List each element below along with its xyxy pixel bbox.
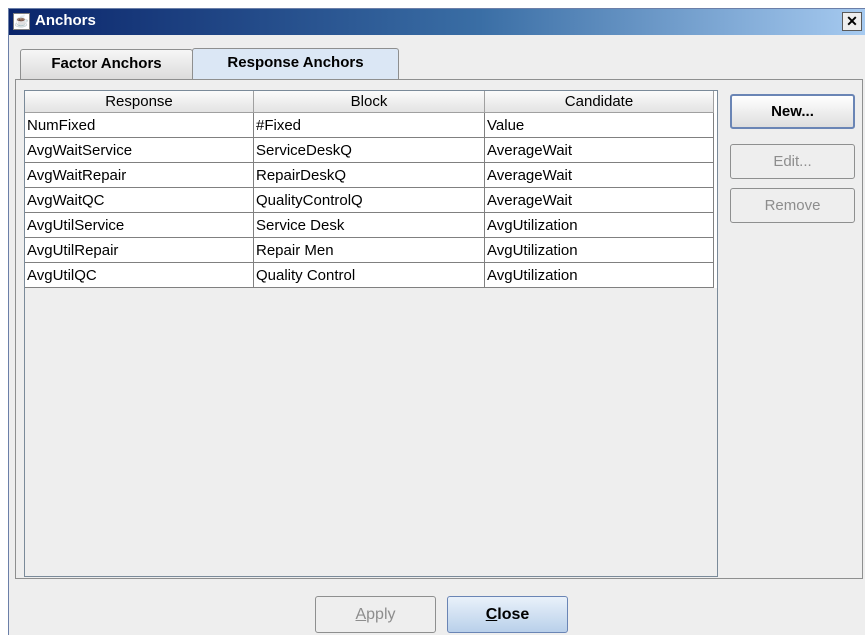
cell-block[interactable]: Repair Men — [253, 237, 485, 263]
cell-candidate[interactable]: AvgUtilization — [484, 237, 714, 263]
cell-candidate[interactable]: AverageWait — [484, 187, 714, 213]
apply-button[interactable]: Apply — [315, 596, 436, 633]
cell-response[interactable]: AvgWaitRepair — [25, 162, 254, 188]
apply-mnemonic: A — [355, 606, 367, 623]
column-header-block[interactable]: Block — [253, 91, 485, 113]
cell-response[interactable]: AvgUtilRepair — [25, 237, 254, 263]
tab-response-anchors[interactable]: Response Anchors — [192, 48, 399, 80]
cell-candidate[interactable]: AvgUtilization — [484, 262, 714, 288]
cell-response[interactable]: AvgWaitService — [25, 137, 254, 163]
close-label: lose — [497, 606, 530, 623]
close-button[interactable]: Close — [447, 596, 568, 633]
table-header-row: Response Block Candidate — [25, 91, 714, 113]
cell-block[interactable]: Service Desk — [253, 212, 485, 238]
cell-candidate[interactable]: AverageWait — [484, 137, 714, 163]
table-empty-area[interactable] — [25, 288, 717, 576]
tab-factor-anchors[interactable]: Factor Anchors — [20, 49, 193, 79]
cell-response[interactable]: AvgUtilService — [25, 212, 254, 238]
cell-candidate[interactable]: AvgUtilization — [484, 212, 714, 238]
table-row[interactable]: AvgUtilQC Quality Control AvgUtilization — [25, 262, 714, 288]
close-mnemonic: C — [485, 606, 498, 623]
anchors-table[interactable]: Response Block Candidate NumFixed #Fixed V… — [24, 90, 718, 577]
anchors-dialog: ☕ Anchors ✕ Factor Anchors Response Anch… — [8, 8, 865, 635]
cell-block[interactable]: #Fixed — [253, 112, 485, 138]
table-row[interactable]: AvgUtilRepair Repair Men AvgUtilization — [25, 237, 714, 263]
cell-response[interactable]: AvgUtilQC — [25, 262, 254, 288]
response-anchors-panel: Response Block Candidate NumFixed #Fixed V… — [15, 79, 863, 579]
column-header-candidate[interactable]: Candidate — [484, 91, 714, 113]
cell-response[interactable]: NumFixed — [25, 112, 254, 138]
table-row[interactable]: AvgWaitRepair RepairDeskQ AverageWait — [25, 162, 714, 188]
table-row[interactable]: AvgWaitService ServiceDeskQ AverageWait — [25, 137, 714, 163]
cell-response[interactable]: AvgWaitQC — [25, 187, 254, 213]
table-row[interactable]: AvgUtilService Service Desk AvgUtilization — [25, 212, 714, 238]
column-header-response[interactable]: Response — [25, 91, 254, 113]
table-row[interactable]: NumFixed #Fixed Value — [25, 112, 714, 138]
edit-button[interactable]: Edit... — [730, 144, 855, 179]
cell-block[interactable]: ServiceDeskQ — [253, 137, 485, 163]
apply-label: pply — [366, 606, 396, 623]
cell-candidate[interactable]: AverageWait — [484, 162, 714, 188]
close-window-button[interactable]: ✕ — [842, 12, 862, 31]
cell-block[interactable]: QualityControlQ — [253, 187, 485, 213]
title-bar[interactable]: ☕ Anchors ✕ — [9, 9, 865, 35]
cell-block[interactable]: RepairDeskQ — [253, 162, 485, 188]
cell-block[interactable]: Quality Control — [253, 262, 485, 288]
window-title: Anchors — [35, 12, 96, 29]
table-row[interactable]: AvgWaitQC QualityControlQ AverageWait — [25, 187, 714, 213]
cell-candidate[interactable]: Value — [484, 112, 714, 138]
java-cup-icon: ☕ — [13, 13, 30, 30]
new-button[interactable]: New... — [730, 94, 855, 129]
remove-button[interactable]: Remove — [730, 188, 855, 223]
